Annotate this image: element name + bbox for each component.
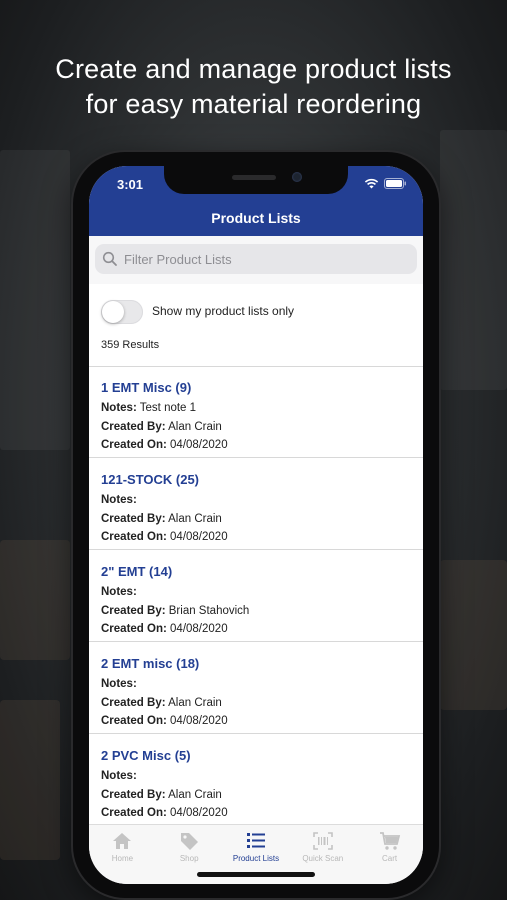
promo-headline: Create and manage product lists for easy… bbox=[0, 52, 507, 122]
created-on-label: Created On: bbox=[101, 439, 167, 451]
background-shelf bbox=[0, 150, 70, 450]
created-by-value: Alan Crain bbox=[168, 512, 222, 525]
created-by-value: Alan Crain bbox=[168, 420, 222, 433]
list-item-created-on: Created On: 04/08/2020 bbox=[101, 620, 411, 639]
created-by-label: Created By: bbox=[101, 420, 166, 433]
list-item-created-by: Created By: Alan Crain bbox=[101, 694, 411, 713]
battery-icon bbox=[384, 178, 406, 189]
created-on-value: 04/08/2020 bbox=[170, 715, 228, 727]
list-icon bbox=[246, 833, 265, 848]
tab-cart[interactable]: Cart bbox=[356, 825, 423, 884]
status-bar: 3:01 bbox=[89, 166, 423, 208]
search-bar bbox=[89, 236, 423, 285]
tab-home[interactable]: Home bbox=[89, 825, 156, 884]
product-list: 1 EMT Misc (9) Notes: Test note 1 Create… bbox=[89, 366, 423, 824]
headline-line-2: for easy material reordering bbox=[85, 89, 422, 119]
home-icon bbox=[113, 833, 132, 849]
created-by-label: Created By: bbox=[101, 696, 166, 709]
list-item-notes: Notes: Test note 1 bbox=[101, 399, 411, 418]
wifi-icon bbox=[364, 178, 379, 189]
status-icons bbox=[364, 178, 407, 189]
tab-label: Quick Scan bbox=[302, 854, 344, 863]
created-on-value: 04/08/2020 bbox=[170, 807, 228, 819]
cart-icon bbox=[379, 832, 400, 850]
created-on-label: Created On: bbox=[101, 623, 167, 635]
created-by-label: Created By: bbox=[101, 788, 166, 801]
toggle-label: Show my product lists only bbox=[152, 304, 295, 318]
tab-label: Product Lists bbox=[232, 854, 280, 863]
notes-label: Notes: bbox=[101, 586, 137, 598]
page-title: Product Lists bbox=[211, 210, 301, 226]
search-field[interactable] bbox=[95, 244, 417, 274]
list-item-created-by: Created By: Alan Crain bbox=[101, 510, 411, 529]
tab-label: Home bbox=[111, 854, 134, 863]
list-item-notes: Notes: bbox=[101, 767, 411, 786]
created-on-value: 04/08/2020 bbox=[170, 623, 228, 635]
created-by-value: Alan Crain bbox=[168, 696, 222, 709]
search-input[interactable] bbox=[122, 250, 416, 268]
notes-label: Notes: bbox=[101, 402, 137, 414]
list-item-notes: Notes: bbox=[101, 491, 411, 510]
created-on-label: Created On: bbox=[101, 531, 167, 543]
status-time: 3:01 bbox=[117, 177, 144, 192]
front-camera bbox=[292, 172, 302, 182]
created-on-value: 04/08/2020 bbox=[170, 531, 228, 543]
search-icon bbox=[102, 251, 117, 266]
list-item-created-by: Created By: Brian Stahovich bbox=[101, 602, 411, 621]
created-on-label: Created On: bbox=[101, 715, 167, 727]
home-indicator bbox=[197, 872, 315, 877]
created-on-value: 04/08/2020 bbox=[170, 439, 228, 451]
background-box bbox=[0, 700, 60, 860]
created-by-value: Brian Stahovich bbox=[168, 604, 250, 617]
my-lists-toggle[interactable] bbox=[101, 300, 143, 324]
background-box bbox=[440, 560, 507, 710]
notes-label: Notes: bbox=[101, 494, 137, 506]
list-item-created-by: Created By: Alan Crain bbox=[101, 786, 411, 805]
created-by-value: Alan Crain bbox=[168, 788, 222, 801]
notes-label: Notes: bbox=[101, 678, 137, 690]
filter-section: Show my product lists only 359 Results bbox=[89, 284, 423, 367]
list-item-created-by: Created By: Alan Crain bbox=[101, 418, 411, 437]
list-item-title[interactable]: 1 EMT Misc (9) bbox=[101, 380, 411, 395]
created-by-label: Created By: bbox=[101, 512, 166, 525]
list-item[interactable]: 2" EMT (14) Notes: Created By: Brian Sta… bbox=[89, 550, 423, 642]
list-item[interactable]: 121-STOCK (25) Notes: Created By: Alan C… bbox=[89, 458, 423, 550]
list-item-created-on: Created On: 04/08/2020 bbox=[101, 528, 411, 547]
list-item-title[interactable]: 121-STOCK (25) bbox=[101, 472, 411, 487]
phone-screen: 3:01 Product Lists Filter Product Lists … bbox=[89, 166, 423, 884]
notch bbox=[164, 166, 348, 194]
tag-icon bbox=[181, 833, 199, 850]
notes-label: Notes: bbox=[101, 770, 137, 782]
created-on-label: Created On: bbox=[101, 807, 167, 819]
list-item[interactable]: 2 EMT misc (18) Notes: Created By: Alan … bbox=[89, 642, 423, 734]
list-item-created-on: Created On: 04/08/2020 bbox=[101, 712, 411, 731]
toggle-knob bbox=[102, 301, 124, 323]
list-item-created-on: Created On: 04/08/2020 bbox=[101, 436, 411, 455]
list-item-notes: Notes: bbox=[101, 675, 411, 694]
tab-label: Shop bbox=[179, 854, 199, 863]
phone-frame: 3:01 Product Lists Filter Product Lists … bbox=[73, 152, 439, 898]
results-count: 359 Results bbox=[101, 339, 160, 351]
list-item-title[interactable]: 2 EMT misc (18) bbox=[101, 656, 411, 671]
barcode-scan-icon bbox=[312, 832, 333, 850]
list-item-title[interactable]: 2 PVC Misc (5) bbox=[101, 748, 411, 763]
background-box bbox=[0, 540, 70, 660]
nav-bar: Product Lists bbox=[89, 208, 423, 236]
list-item[interactable]: 1 EMT Misc (9) Notes: Test note 1 Create… bbox=[89, 366, 423, 458]
notes-value: Test note 1 bbox=[139, 402, 197, 414]
list-item-notes: Notes: bbox=[101, 583, 411, 602]
created-by-label: Created By: bbox=[101, 604, 166, 617]
headline-line-1: Create and manage product lists bbox=[55, 54, 452, 84]
list-item[interactable]: 2 PVC Misc (5) Notes: Created By: Alan C… bbox=[89, 734, 423, 824]
list-item-created-on: Created On: 04/08/2020 bbox=[101, 804, 411, 823]
list-item-title[interactable]: 2" EMT (14) bbox=[101, 564, 411, 579]
tab-label: Cart bbox=[382, 854, 398, 863]
speaker bbox=[232, 175, 276, 180]
background-shelf bbox=[440, 130, 507, 390]
